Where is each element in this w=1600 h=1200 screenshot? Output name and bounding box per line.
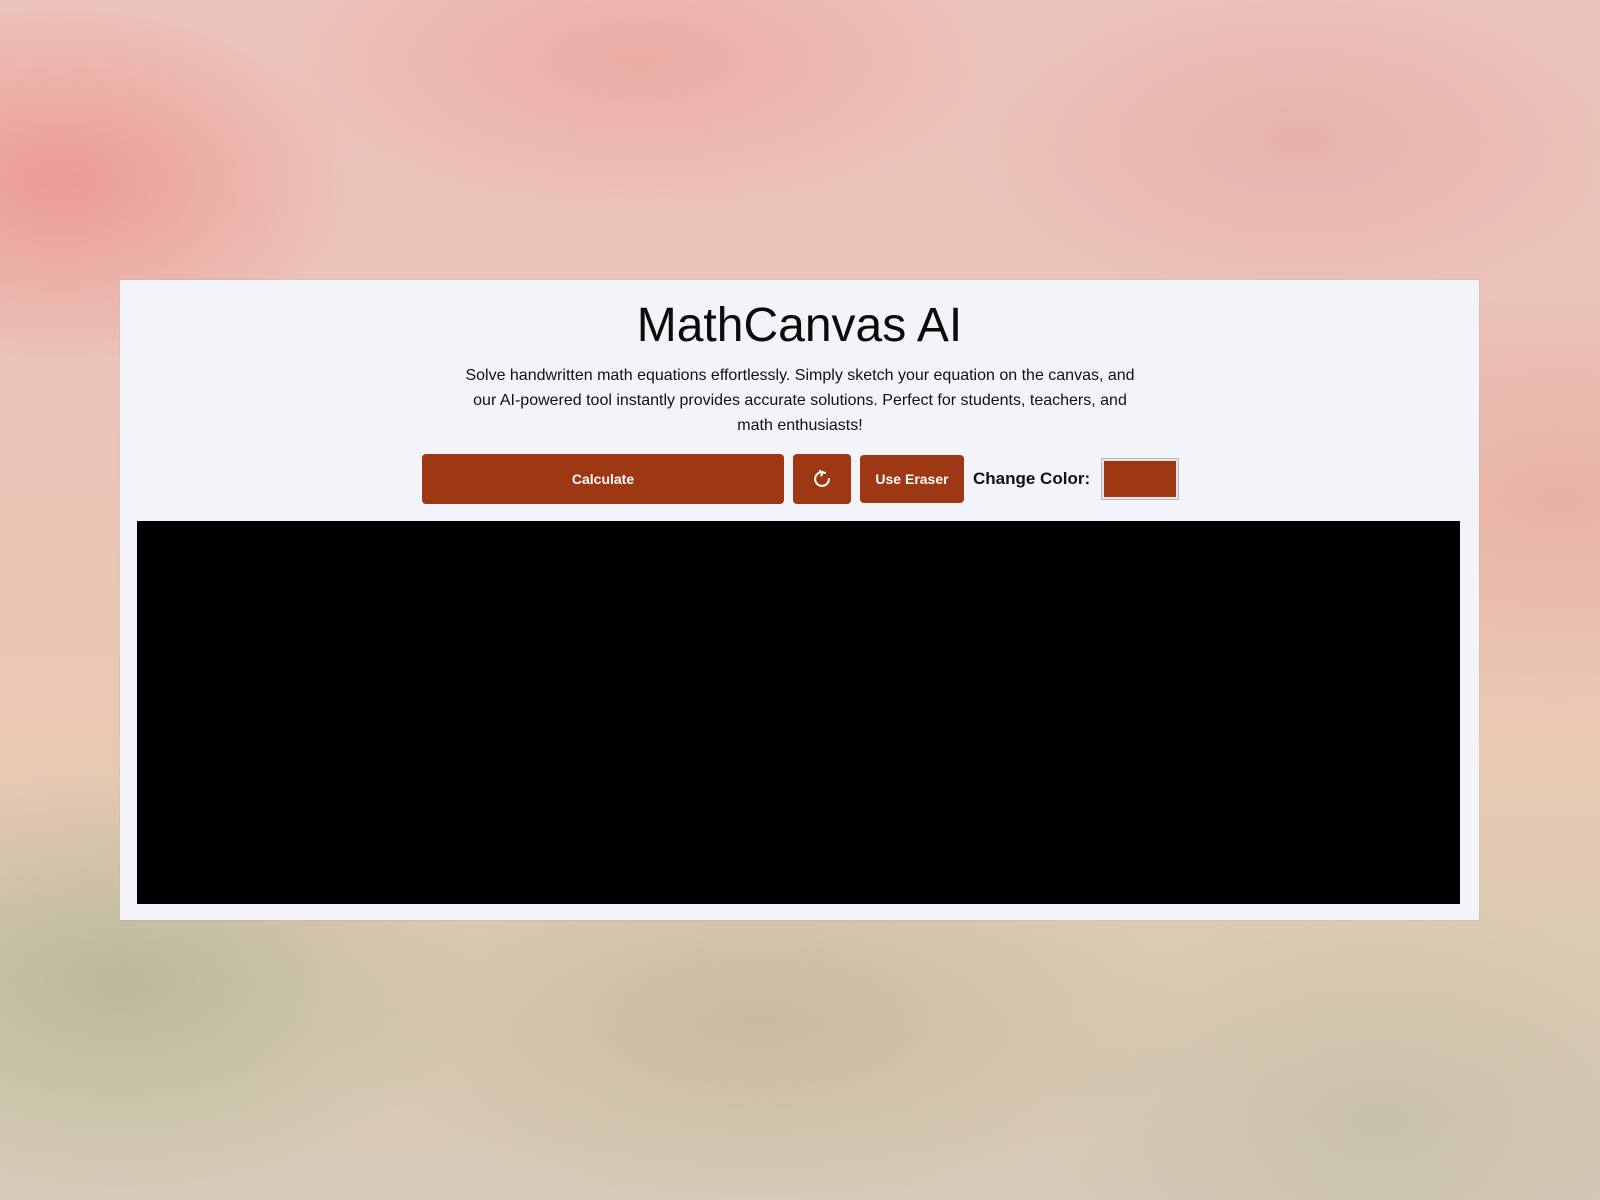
eraser-label: Use Eraser bbox=[875, 471, 949, 487]
calculate-button[interactable]: Calculate bbox=[422, 454, 784, 504]
refresh-icon bbox=[811, 468, 833, 490]
page-title: MathCanvas AI bbox=[636, 299, 963, 352]
use-eraser-button[interactable]: Use Eraser bbox=[860, 455, 964, 503]
page-description: Solve handwritten math equations effortl… bbox=[465, 367, 1135, 434]
color-picker[interactable] bbox=[1101, 458, 1180, 500]
color-swatch bbox=[1104, 461, 1177, 497]
drawing-canvas[interactable] bbox=[137, 521, 1460, 904]
main-card: MathCanvas AI Solve handwritten math equ… bbox=[120, 280, 1479, 920]
calculate-label: Calculate bbox=[571, 471, 635, 487]
reset-button[interactable] bbox=[793, 454, 851, 504]
toolbar: Calculate Use Eraser Change Color: bbox=[422, 454, 1180, 504]
change-color-label: Change Color: bbox=[973, 469, 1091, 488]
